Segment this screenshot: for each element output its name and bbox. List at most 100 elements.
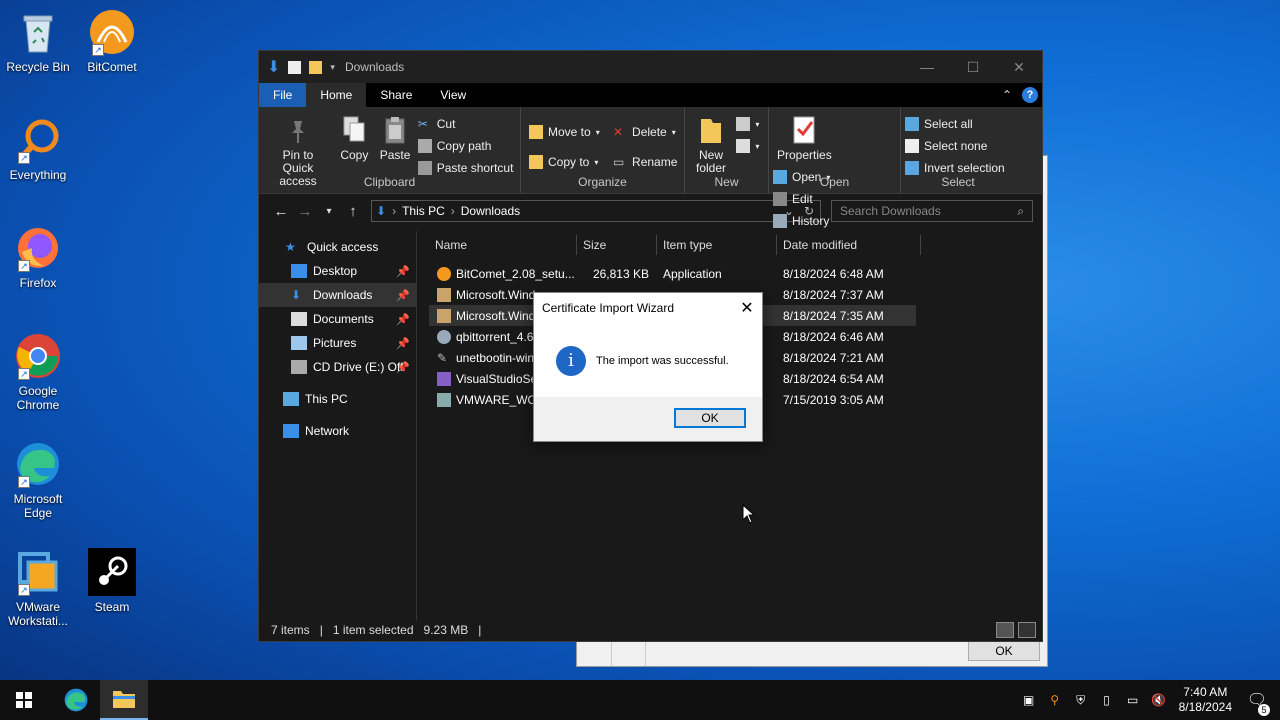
- details-view-icon[interactable]: [996, 622, 1014, 638]
- easy-access-button[interactable]: ▾: [736, 135, 759, 157]
- nav-quick-access[interactable]: ★ Quick access: [259, 235, 416, 259]
- breadcrumb-this-pc[interactable]: This PC: [402, 204, 445, 218]
- maximize-button[interactable]: ☐: [950, 59, 996, 76]
- help-icon[interactable]: ?: [1022, 87, 1038, 103]
- address-bar[interactable]: ⬇ › This PC › Downloads ⌄ ↻: [371, 200, 821, 222]
- select-all-button[interactable]: Select all: [905, 113, 1005, 135]
- nav-pictures[interactable]: Pictures 📌: [259, 331, 416, 355]
- network-tray-icon[interactable]: ▭: [1125, 692, 1141, 708]
- background-ok-button[interactable]: OK: [968, 641, 1040, 661]
- properties-check-icon[interactable]: [288, 60, 302, 74]
- file-name: qbittorrent_4.6: [456, 329, 534, 344]
- taskbar-edge[interactable]: [52, 680, 100, 720]
- cd-drive-icon: [291, 360, 307, 374]
- select-group-label: Select: [941, 175, 975, 189]
- down-arrow-icon[interactable]: ⬇: [267, 57, 280, 77]
- pin-icon[interactable]: 📌: [396, 265, 410, 278]
- rename-button[interactable]: ▭ Rename: [613, 147, 677, 177]
- everything-tray-icon[interactable]: ⚲: [1047, 692, 1063, 708]
- new-folder-icon[interactable]: [309, 60, 323, 74]
- meet-now-icon[interactable]: ▣: [1021, 692, 1037, 708]
- history-button[interactable]: History: [773, 210, 830, 232]
- nav-this-pc[interactable]: This PC: [259, 387, 416, 411]
- desktop-icon-firefox[interactable]: ↗ Firefox: [0, 224, 76, 290]
- column-date[interactable]: Date modified: [777, 235, 921, 255]
- column-type[interactable]: Item type: [657, 235, 777, 255]
- chrome-icon: ↗: [14, 332, 62, 380]
- file-row[interactable]: BitComet_2.08_setu... 26,813 KB Applicat…: [429, 263, 1042, 284]
- large-icons-view-icon[interactable]: [1018, 622, 1036, 638]
- file-name: VisualStudioSe: [456, 371, 538, 386]
- recent-locations-chevron-icon[interactable]: ▾: [317, 206, 341, 217]
- nav-downloads[interactable]: ⬇ Downloads 📌: [259, 283, 416, 307]
- invert-selection-label: Invert selection: [924, 161, 1005, 175]
- tab-share[interactable]: Share: [366, 83, 426, 107]
- desktop-icon-vmware[interactable]: ↗ VMware Workstati...: [0, 548, 76, 628]
- customize-dropdown-icon[interactable]: ▾: [330, 62, 335, 73]
- new-item-button[interactable]: ▾: [736, 113, 759, 135]
- pin-icon[interactable]: 📌: [396, 361, 410, 374]
- copy-to-button[interactable]: Copy to ▾: [529, 147, 600, 177]
- desktop-icon-chrome[interactable]: ↗ Google Chrome: [0, 332, 76, 412]
- file-date: 8/18/2024 6:54 AM: [783, 371, 884, 386]
- nav-cd-drive[interactable]: CD Drive (E:) Off 📌: [259, 355, 416, 379]
- security-shield-icon[interactable]: ⛨: [1073, 692, 1089, 708]
- pin-icon[interactable]: 📌: [396, 337, 410, 350]
- desktop-icon-label: Recycle Bin: [6, 60, 70, 74]
- properties-button[interactable]: Properties: [773, 111, 836, 164]
- column-size[interactable]: Size: [577, 235, 657, 255]
- status-bar: 7 items | 1 item selected 9.23 MB |: [259, 619, 1042, 641]
- nav-documents[interactable]: Documents 📌: [259, 307, 416, 331]
- forward-arrow-icon[interactable]: →: [293, 203, 317, 220]
- column-name[interactable]: Name: [429, 235, 577, 255]
- up-arrow-icon[interactable]: ↑: [341, 203, 365, 220]
- move-to-button[interactable]: Move to ▾: [529, 117, 600, 147]
- easy-access-icon: [736, 139, 751, 153]
- desktop-icon-everything[interactable]: ↗ Everything: [0, 116, 76, 182]
- copy-path-button[interactable]: Copy path: [417, 135, 514, 157]
- file-date: 7/15/2019 3:05 AM: [783, 392, 884, 407]
- tab-file[interactable]: File: [259, 83, 307, 107]
- select-none-button[interactable]: Select none: [905, 135, 1005, 157]
- desktop-icon-steam[interactable]: Steam: [74, 548, 150, 614]
- copy-label: Copy: [340, 148, 369, 162]
- back-arrow-icon[interactable]: ←: [269, 203, 293, 220]
- tab-view[interactable]: View: [426, 83, 480, 107]
- dropdown-icon: ▾: [671, 127, 676, 137]
- desktop-icon-recycle-bin[interactable]: Recycle Bin: [0, 8, 76, 74]
- tab-home[interactable]: Home: [306, 83, 367, 107]
- mouse-cursor-icon: [742, 504, 756, 524]
- select-all-label: Select all: [924, 117, 973, 131]
- pin-icon[interactable]: 📌: [396, 289, 410, 302]
- dialog-close-icon[interactable]: ✕: [732, 298, 762, 318]
- nav-network[interactable]: Network: [259, 419, 416, 443]
- file-name: VMWARE_WO: [456, 392, 537, 407]
- desktop-icon-bitcomet[interactable]: ↗ BitComet: [74, 8, 150, 74]
- breadcrumb-downloads[interactable]: Downloads: [461, 204, 520, 218]
- cut-button[interactable]: ✂ Cut: [418, 113, 514, 135]
- minimize-button[interactable]: —: [904, 59, 950, 76]
- delete-button[interactable]: ✕ Delete ▾: [613, 117, 677, 147]
- clock[interactable]: 7:40 AM 8/18/2024: [1179, 685, 1232, 715]
- taskbar-file-explorer[interactable]: [100, 680, 148, 720]
- move-to-icon: [529, 125, 543, 139]
- close-button[interactable]: ✕: [996, 59, 1042, 76]
- copy-to-icon: [529, 155, 543, 169]
- volume-muted-icon[interactable]: 🔇: [1151, 692, 1167, 708]
- paste-button[interactable]: Paste: [376, 111, 415, 164]
- start-button[interactable]: [0, 680, 48, 720]
- nav-desktop[interactable]: Desktop 📌: [259, 259, 416, 283]
- usb-icon[interactable]: ▯: [1099, 692, 1115, 708]
- unetbootin-file-icon: ✎: [437, 350, 448, 365]
- edit-button[interactable]: Edit: [773, 188, 830, 210]
- qbittorrent-file-icon: [437, 329, 451, 344]
- desktop-icon-edge[interactable]: ↗ Microsoft Edge: [0, 440, 76, 520]
- dialog-message: The import was successful.: [596, 355, 729, 367]
- copy-button[interactable]: Copy: [336, 111, 372, 164]
- search-input[interactable]: Search Downloads ⌕: [831, 200, 1033, 222]
- new-folder-button[interactable]: New folder: [689, 111, 733, 177]
- collapse-ribbon-icon[interactable]: ⌃: [1002, 88, 1012, 102]
- dialog-ok-button[interactable]: OK: [674, 408, 746, 428]
- pin-icon[interactable]: 📌: [396, 313, 410, 326]
- notification-center-button[interactable]: 🗨 5: [1242, 690, 1272, 716]
